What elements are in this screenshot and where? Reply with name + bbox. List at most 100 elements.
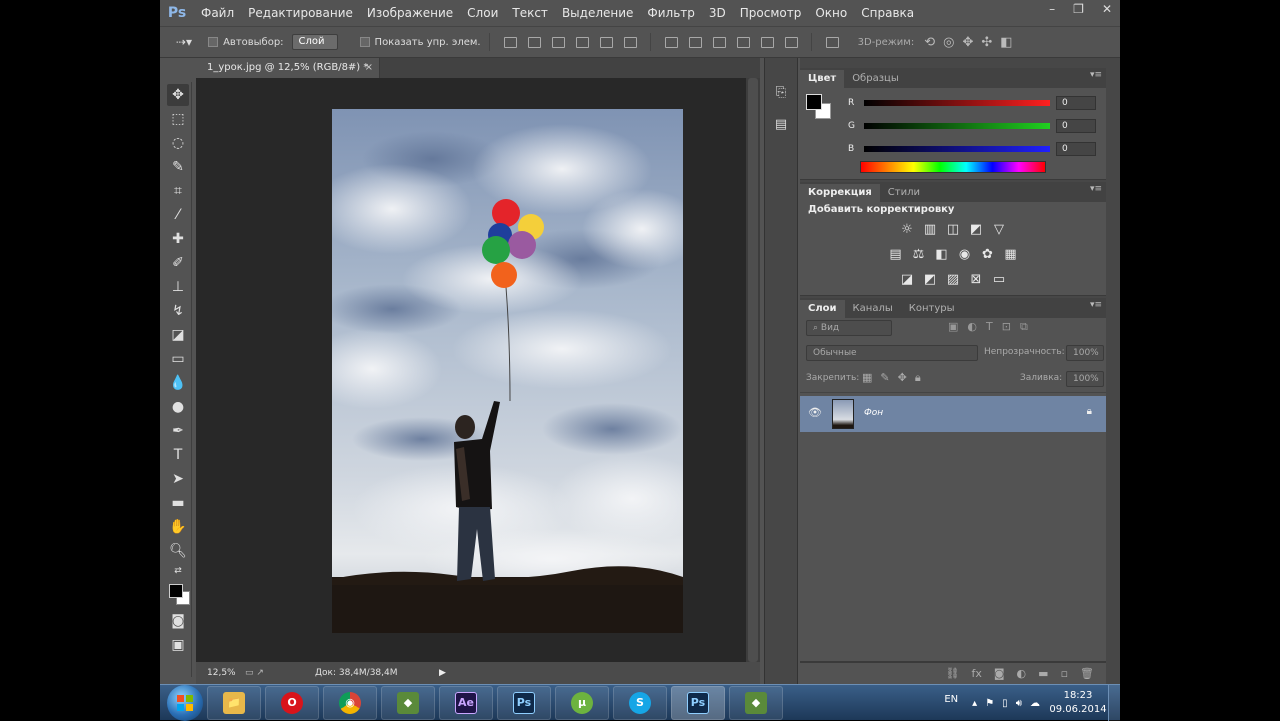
menu-help[interactable]: Справка: [854, 6, 921, 20]
slider-r-track[interactable]: [864, 100, 1050, 106]
blend-mode-dropdown[interactable]: Обычные: [806, 345, 978, 361]
document-tab-close[interactable]: ×: [365, 58, 373, 78]
menu-layers[interactable]: Слои: [460, 6, 505, 20]
restore-button[interactable]: ❐: [1073, 2, 1084, 16]
slider-r-value[interactable]: 0: [1056, 96, 1096, 110]
taskbar-after-effects[interactable]: Ae: [439, 685, 493, 720]
channel-mixer-icon[interactable]: ✿: [980, 247, 996, 263]
selective-color-icon[interactable]: ⊠: [968, 272, 984, 288]
status-arrow-icon[interactable]: ▶: [439, 668, 446, 678]
document-tab[interactable]: 1_урок.jpg @ 12,5% (RGB/8#) * ×: [196, 58, 380, 78]
marquee-tool-icon[interactable]: ⬚: [167, 108, 189, 130]
filter-type-icon[interactable]: T: [986, 320, 993, 334]
swap-colors-icon[interactable]: ⇄: [167, 564, 189, 578]
new-layer-icon[interactable]: ▫: [1061, 667, 1068, 680]
quick-mask-icon[interactable]: ◙: [167, 610, 189, 632]
color-spectrum-bar[interactable]: [860, 161, 1046, 173]
add-mask-icon[interactable]: ◙: [994, 667, 1005, 680]
hue-saturation-icon[interactable]: ▤: [888, 247, 904, 263]
3d-rotate-icon[interactable]: ⟲: [924, 35, 935, 50]
photo-filter-icon[interactable]: ◉: [957, 247, 973, 263]
taskbar-skype[interactable]: S: [613, 685, 667, 720]
vibrance-icon[interactable]: ▽: [991, 222, 1007, 238]
layer-row[interactable]: 👁︎ Фон 🔒︎: [800, 396, 1106, 432]
distribute-left-icon[interactable]: [734, 35, 752, 49]
path-select-tool-icon[interactable]: ➤: [167, 468, 189, 490]
layer-name[interactable]: Фон: [864, 408, 883, 418]
taskbar-camtasia-recorder[interactable]: ◆: [729, 685, 783, 720]
status-icons[interactable]: ▭ ↗: [245, 668, 315, 678]
history-brush-tool-icon[interactable]: ↯: [167, 300, 189, 322]
taskbar-explorer[interactable]: 📁: [207, 685, 261, 720]
network-icon[interactable]: ▯: [1002, 698, 1008, 709]
crop-tool-icon[interactable]: ⌗: [167, 180, 189, 202]
show-desktop-button[interactable]: [1108, 685, 1120, 721]
distribute-right-icon[interactable]: [782, 35, 800, 49]
foreground-color-swatch[interactable]: [169, 584, 183, 598]
threshold-icon[interactable]: ▨: [945, 272, 961, 288]
eye-icon[interactable]: 👁︎: [808, 406, 822, 419]
black-white-icon[interactable]: ◧: [934, 247, 950, 263]
taskbar-camtasia[interactable]: ◆: [381, 685, 435, 720]
align-left-icon[interactable]: [573, 35, 591, 49]
canvas-area[interactable]: [196, 78, 869, 662]
taskbar-opera[interactable]: O: [265, 685, 319, 720]
distribute-hcenter-icon[interactable]: [758, 35, 776, 49]
gradient-map-icon[interactable]: ▭: [991, 272, 1007, 288]
shape-tool-icon[interactable]: ▬: [167, 492, 189, 514]
menu-text[interactable]: Текст: [505, 6, 555, 20]
panel-menu-icon[interactable]: ▾≡: [1090, 184, 1102, 194]
new-group-icon[interactable]: ▬: [1038, 667, 1048, 680]
panel-menu-icon[interactable]: ▾≡: [1090, 70, 1102, 80]
vertical-scrollbar[interactable]: [746, 78, 760, 662]
align-right-icon[interactable]: [621, 35, 639, 49]
tab-paths[interactable]: Контуры: [901, 300, 963, 318]
link-layers-icon[interactable]: ⛓: [946, 667, 960, 680]
brightness-icon[interactable]: ☼: [899, 222, 915, 238]
show-transform-checkbox[interactable]: [359, 37, 370, 47]
tab-adjustments[interactable]: Коррекция: [800, 184, 880, 202]
3d-pan-icon[interactable]: ✥: [962, 35, 973, 50]
quick-select-tool-icon[interactable]: ✎: [167, 156, 189, 178]
opacity-field[interactable]: 100%: [1066, 345, 1104, 361]
pen-tool-icon[interactable]: ✒: [167, 420, 189, 442]
lock-all-icon[interactable]: 🔒︎: [915, 371, 921, 385]
levels-icon[interactable]: ▥: [922, 222, 938, 238]
color-swatches[interactable]: [165, 580, 193, 608]
taskbar-chrome[interactable]: ◉: [323, 685, 377, 720]
clock[interactable]: 18:23 09.06.2014: [1048, 689, 1108, 717]
taskbar-photoshop-active[interactable]: Ps: [671, 685, 725, 720]
close-button[interactable]: ✕: [1102, 2, 1112, 16]
lock-position-icon[interactable]: ✥: [898, 371, 907, 385]
menu-window[interactable]: Окно: [808, 6, 854, 20]
lasso-tool-icon[interactable]: ◌: [167, 132, 189, 154]
tab-channels[interactable]: Каналы: [845, 300, 901, 318]
slider-g-value[interactable]: 0: [1056, 119, 1096, 133]
slider-r[interactable]: R 0: [848, 96, 1096, 110]
tray-expand-icon[interactable]: ▴: [972, 698, 977, 709]
menu-view[interactable]: Просмотр: [733, 6, 809, 20]
start-button[interactable]: [167, 684, 203, 721]
tab-styles[interactable]: Стили: [880, 184, 928, 202]
scrollbar-thumb[interactable]: [748, 78, 758, 662]
slider-b[interactable]: B 0: [848, 142, 1096, 156]
eraser-tool-icon[interactable]: ◪: [167, 324, 189, 346]
curves-icon[interactable]: ◫: [945, 222, 961, 238]
slider-b-value[interactable]: 0: [1056, 142, 1096, 156]
zoom-level[interactable]: 12,5%: [207, 668, 245, 678]
tray-app-icon[interactable]: ☁: [1030, 698, 1040, 709]
auto-align-icon[interactable]: [823, 35, 841, 49]
hand-tool-icon[interactable]: ✋: [167, 516, 189, 538]
align-hcenter-icon[interactable]: [597, 35, 615, 49]
lock-pixels-icon[interactable]: ✎: [880, 371, 889, 385]
panel-menu-icon[interactable]: ▾≡: [1090, 300, 1102, 310]
layer-filter-dropdown[interactable]: ⌕ Вид: [806, 320, 892, 336]
screen-mode-icon[interactable]: ▣: [167, 634, 189, 656]
posterize-icon[interactable]: ◩: [922, 272, 938, 288]
minimize-button[interactable]: –: [1049, 2, 1055, 16]
filter-smart-icon[interactable]: ⧉: [1020, 320, 1028, 334]
align-top-icon[interactable]: [501, 35, 519, 49]
menu-image[interactable]: Изображение: [360, 6, 460, 20]
action-center-icon[interactable]: ⚑: [985, 698, 994, 709]
dodge-tool-icon[interactable]: ●: [167, 396, 189, 418]
